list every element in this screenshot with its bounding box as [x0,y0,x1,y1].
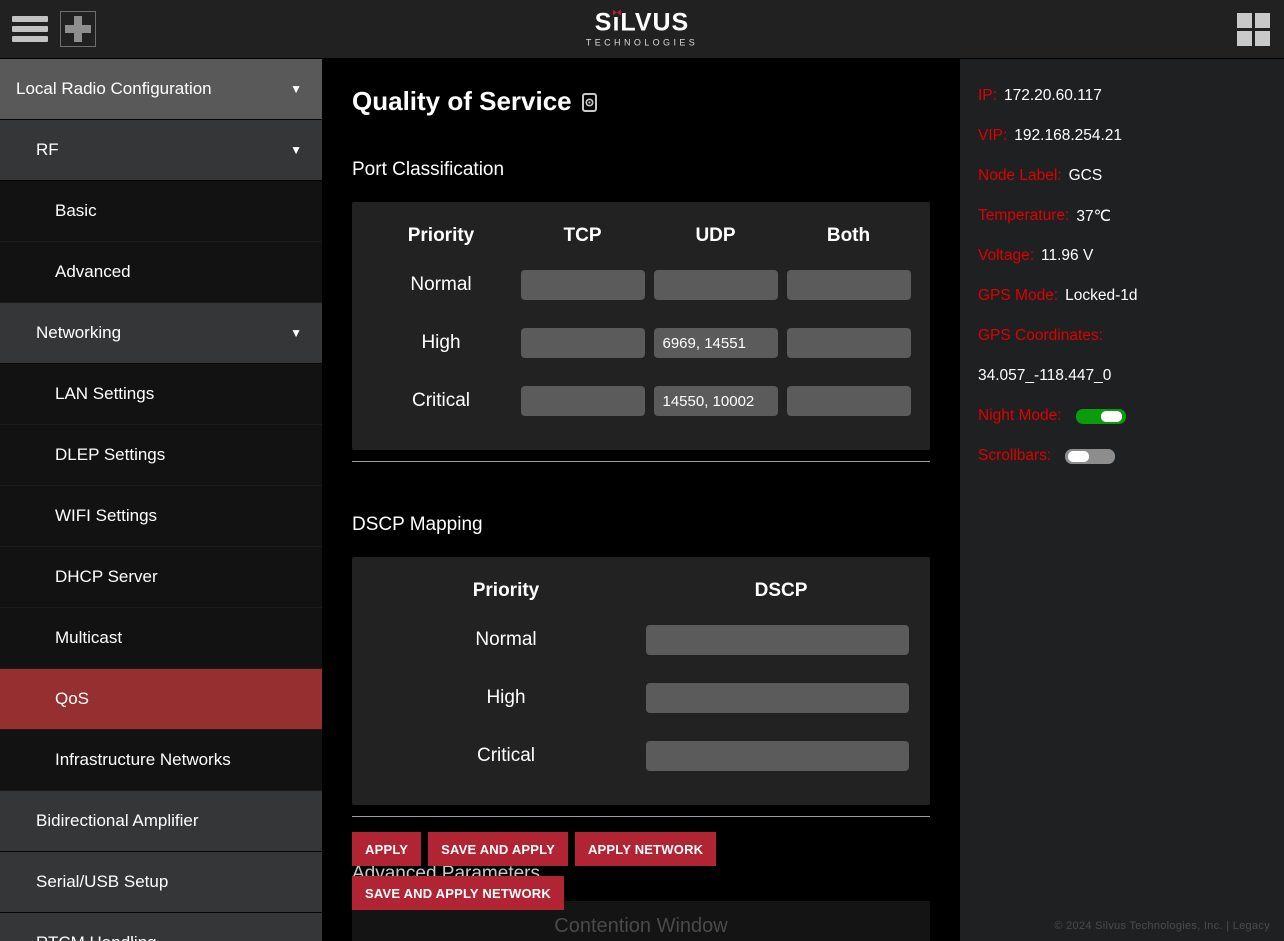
sidebar-nav: Local Radio Configuration ▼ RF ▼ Basic A… [0,59,322,941]
column-header-priority: Priority [366,225,516,247]
sidebar-item-networking[interactable]: Networking ▼ [0,303,322,364]
column-header-dscp: DSCP [646,580,916,602]
port-tcp-normal-input[interactable] [521,270,645,300]
status-row-ip: IP: 172.20.60.117 [978,76,1284,116]
chevron-down-icon: ▼ [290,326,302,340]
sidebar-item-bidirectional-amplifier[interactable]: Bidirectional Amplifier [0,791,322,852]
night-mode-toggle[interactable] [1076,409,1126,424]
status-row-scrollbars: Scrollbars: [978,436,1284,476]
port-classification-panel: Priority TCP UDP Both Normal High [352,202,930,450]
table-row: Critical [366,727,916,785]
port-both-normal-input[interactable] [787,270,911,300]
sidebar-item-qos[interactable]: QoS [0,669,322,730]
gps-coordinates-value: 34.057_-118.447_0 [978,356,1284,396]
section-divider [352,816,930,817]
status-panel: IP: 172.20.60.117 VIP: 192.168.254.21 No… [960,59,1284,941]
status-row-temperature: Temperature: 37℃ [978,196,1284,236]
logo-accent-icon [612,10,620,16]
table-row: Critical [366,372,916,430]
add-tab-button[interactable] [60,11,96,47]
sidebar-item-serial-usb-setup[interactable]: Serial/USB Setup [0,852,322,913]
help-icon[interactable] [582,88,597,119]
dscp-critical-input[interactable] [646,741,909,771]
dscp-high-input[interactable] [646,683,909,713]
sidebar-item-local-radio-configuration[interactable]: Local Radio Configuration ▼ [0,59,322,120]
port-udp-high-input[interactable] [654,328,778,358]
sidebar-item-multicast[interactable]: Multicast [0,608,322,669]
column-header-tcp: TCP [516,225,649,247]
section-divider [352,461,930,462]
sidebar-item-dlep-settings[interactable]: DLEP Settings [0,425,322,486]
toggle-knob [1068,451,1089,462]
status-row-voltage: Voltage: 11.96 V [978,236,1284,276]
save-and-apply-button[interactable]: SAVE AND APPLY [428,832,568,866]
apply-network-button[interactable]: APPLY NETWORK [575,832,716,866]
port-udp-critical-input[interactable] [654,386,778,416]
port-tcp-high-input[interactable] [521,328,645,358]
table-row: High [366,314,916,372]
app-window: SıLVUS TECHNOLOGIES Local Radio Configur… [0,0,1284,941]
row-label-high: High [366,687,646,709]
chevron-down-icon: ▼ [290,143,302,157]
sidebar-item-infrastructure-networks[interactable]: Infrastructure Networks [0,730,322,791]
status-row-night-mode: Night Mode: [978,396,1284,436]
action-button-bar: APPLYSAVE AND APPLYAPPLY NETWORK SAVE AN… [352,832,930,920]
chevron-down-icon: ▼ [290,82,302,96]
row-label-critical: Critical [366,390,516,412]
port-both-critical-input[interactable] [787,386,911,416]
topbar: SıLVUS TECHNOLOGIES [0,0,1284,59]
port-both-high-input[interactable] [787,328,911,358]
dscp-mapping-heading: DSCP Mapping [352,514,930,536]
sidebar-item-wifi-settings[interactable]: WIFI Settings [0,486,322,547]
column-header-both: Both [782,225,915,247]
port-classification-heading: Port Classification [352,159,930,181]
save-and-apply-network-button[interactable]: SAVE AND APPLY NETWORK [352,876,564,910]
toggle-knob [1101,411,1122,422]
silvus-logo: SıLVUS TECHNOLOGIES [586,11,698,48]
status-row-gps-mode: GPS Mode: Locked-1d [978,276,1284,316]
copyright-text: © 2024 Silvus Technologies, Inc. | Legac… [1054,920,1270,932]
dscp-normal-input[interactable] [646,625,909,655]
table-row: Normal [366,611,916,669]
sidebar-item-lan-settings[interactable]: LAN Settings [0,364,322,425]
page-title: Quality of Service [352,84,930,119]
column-header-priority: Priority [366,580,646,602]
row-label-normal: Normal [366,274,516,296]
sidebar-item-dhcp-server[interactable]: DHCP Server [0,547,322,608]
sidebar-item-advanced[interactable]: Advanced [0,242,322,303]
hamburger-menu-icon[interactable] [12,16,48,42]
logo-subtitle: TECHNOLOGIES [586,39,698,48]
sidebar-item-basic[interactable]: Basic [0,181,322,242]
logo-wordmark: SıLVUS [586,11,698,36]
port-udp-normal-input[interactable] [654,270,778,300]
sidebar-item-rtcm-handling[interactable]: RTCM Handling [0,913,322,941]
apply-button[interactable]: APPLY [352,832,421,866]
apps-grid-icon[interactable] [1237,13,1270,46]
table-row: Normal [366,256,916,314]
row-label-critical: Critical [366,745,646,767]
row-label-high: High [366,332,516,354]
status-row-gps-coordinates: GPS Coordinates: [978,316,1284,356]
row-label-normal: Normal [366,629,646,651]
dscp-mapping-panel: Priority DSCP Normal High Critical [352,557,930,805]
main-content: Quality of Service Port Classification P… [322,59,960,941]
status-row-vip: VIP: 192.168.254.21 [978,116,1284,156]
sidebar-item-rf[interactable]: RF ▼ [0,120,322,181]
scrollbars-toggle[interactable] [1065,449,1115,464]
port-tcp-critical-input[interactable] [521,386,645,416]
column-header-udp: UDP [649,225,782,247]
table-row: High [366,669,916,727]
status-row-node-label: Node Label: GCS [978,156,1284,196]
